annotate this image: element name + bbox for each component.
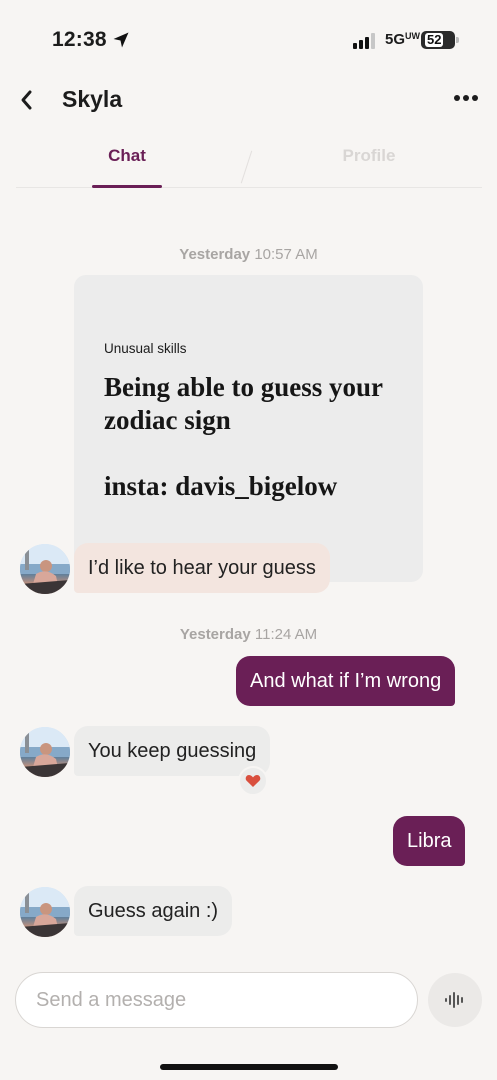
more-options-button[interactable] (448, 86, 484, 110)
received-message-bubble[interactable]: I’d like to hear your guess (74, 543, 330, 593)
home-indicator[interactable] (160, 1064, 338, 1070)
tab-divider (240, 150, 253, 184)
voice-waveform-icon (445, 992, 463, 1008)
tab-profile[interactable]: Profile (334, 146, 404, 166)
timestamp-day: Yesterday (179, 246, 251, 263)
avatar[interactable] (20, 887, 70, 937)
location-arrow-icon (113, 32, 129, 48)
sent-message-bubble[interactable]: Libra (393, 816, 466, 866)
received-message-bubble[interactable]: Guess again :) (74, 886, 233, 936)
message-text: And what if I’m wrong (250, 669, 442, 692)
message-timestamp: Yesterday 10:57 AM (0, 246, 497, 263)
prompt-question: Unusual skills (104, 341, 187, 356)
sent-message-bubble[interactable]: And what if I’m wrong (236, 656, 456, 706)
avatar[interactable] (20, 544, 70, 594)
avatar[interactable] (20, 727, 70, 777)
message-text: You keep guessing (88, 739, 257, 762)
status-time: 12:38 (52, 28, 107, 51)
avatar-photo (20, 727, 70, 777)
timestamp-day: Yesterday (179, 626, 251, 643)
back-button[interactable] (14, 86, 38, 114)
network-type: 5G (385, 31, 406, 48)
message-timestamp: Yesterday 11:24 AM (0, 626, 497, 643)
prompt-answer: Being able to guess your zodiac sign ins… (104, 372, 383, 501)
received-message-bubble[interactable]: You keep guessing (74, 726, 271, 776)
message-reaction[interactable] (238, 766, 268, 796)
message-text: Guess again :) (88, 899, 219, 922)
message-composer (15, 972, 418, 1028)
signal-icon (353, 33, 375, 49)
battery-cap (456, 37, 459, 43)
message-text: I’d like to hear your guess (88, 556, 316, 579)
match-name[interactable]: Skyla (62, 86, 122, 113)
battery-icon: 52 (421, 31, 455, 49)
network-label: 5GUW (385, 31, 420, 48)
voice-message-button[interactable] (428, 973, 482, 1027)
network-suffix: UW (405, 31, 421, 41)
chat-profile-tabs: Chat Profile (16, 140, 482, 188)
more-dots-icon (454, 95, 460, 101)
active-tab-indicator (92, 185, 162, 188)
message-text: Libra (407, 829, 452, 852)
heart-icon (245, 775, 261, 787)
message-input[interactable] (36, 973, 396, 1027)
battery-level: 52 (425, 32, 444, 47)
timestamp-time: 11:24 AM (254, 626, 318, 643)
tab-chat[interactable]: Chat (92, 146, 162, 166)
timestamp-time: 10:57 AM (254, 246, 318, 263)
status-bar: 12:38 5GUW 52 (0, 0, 497, 70)
profile-prompt-card[interactable]: Unusual skills Being able to guess your … (74, 275, 423, 582)
chevron-left-icon (21, 90, 32, 110)
avatar-photo (20, 887, 70, 937)
avatar-photo (20, 544, 70, 594)
